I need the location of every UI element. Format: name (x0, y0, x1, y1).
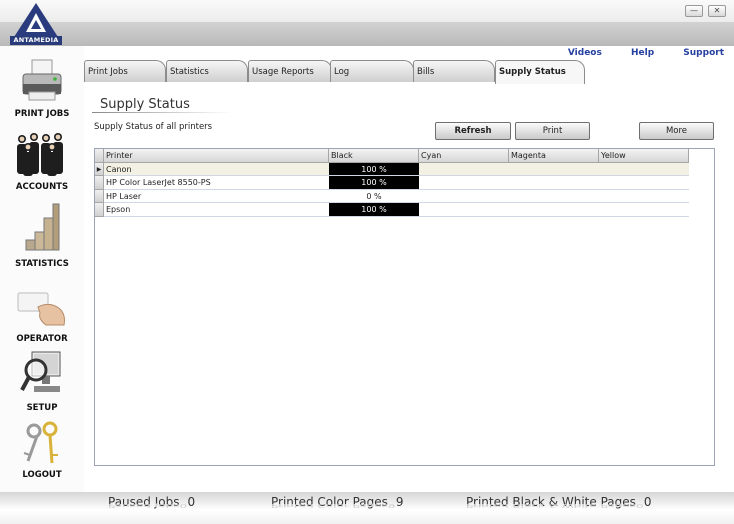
keys-icon (23, 421, 58, 464)
sidebar-item-print-jobs[interactable]: PRINT JOBS (0, 58, 84, 119)
row-selector-icon[interactable]: ▶ (95, 162, 104, 176)
status-reflection: Printed Black & White Pages0 (466, 502, 644, 509)
magnifier-monitor-icon (20, 351, 61, 392)
column-header-yellow[interactable]: Yellow (599, 149, 689, 163)
logo-text: ANTAMEDIA (10, 36, 62, 45)
bar-chart-icon (25, 203, 60, 251)
black-level-cell: 0 % (329, 190, 419, 203)
cyan-level-cell (419, 190, 509, 203)
printer-cell: Canon (104, 162, 329, 176)
videos-link[interactable]: Videos (568, 48, 602, 58)
page-subtitle: Supply Status of all printers (94, 122, 213, 132)
top-links: Videos Help Support (542, 48, 724, 58)
sidebar-item-label: OPERATOR (16, 334, 68, 344)
black-level-cell: 100 % (329, 176, 419, 190)
yellow-level-cell (599, 162, 689, 176)
more-button[interactable]: More (639, 122, 714, 140)
main-panel: Videos Help Support Print Jobs Statistic… (84, 46, 734, 492)
magenta-level-cell (509, 162, 599, 176)
table-row[interactable]: Epson 100 % (95, 203, 689, 217)
black-level-cell: 100 % (329, 162, 419, 176)
tab-usage-reports[interactable]: Usage Reports (248, 60, 332, 82)
supply-status-table: Printer Black Cyan Magenta Yellow ▶ Cano… (94, 148, 715, 466)
color-pages-value: 9 (395, 495, 404, 509)
cyan-level-cell (419, 203, 509, 217)
sidebar-item-label: STATISTICS (15, 259, 69, 269)
antamedia-logo: ANTAMEDIA (10, 2, 62, 46)
table-row[interactable]: HP Color LaserJet 8550-PS 100 % (95, 176, 689, 190)
refresh-button[interactable]: Refresh (435, 122, 511, 140)
help-link[interactable]: Help (631, 48, 654, 58)
yellow-level-cell (599, 190, 689, 203)
sidebar-item-setup[interactable]: SETUP (0, 350, 84, 413)
printer-cell: HP Color LaserJet 8550-PS (104, 176, 329, 190)
cyan-level-cell (419, 162, 509, 176)
column-header-black[interactable]: Black (329, 149, 419, 163)
printer-icon (22, 59, 62, 101)
page-title: Supply Status (100, 97, 190, 112)
status-reflection: Paused Jobs0 (108, 502, 188, 509)
tab-bills[interactable]: Bills (413, 60, 495, 82)
tab-statistics[interactable]: Statistics (166, 60, 248, 82)
minimize-button[interactable]: — (685, 5, 703, 17)
column-header-printer[interactable]: Printer (104, 149, 329, 163)
sidebar: PRINT JOBS ACCOUNTS STATISTICS OPERATOR … (0, 46, 84, 492)
tab-print-jobs[interactable]: Print Jobs (84, 60, 166, 82)
title-bar: — ✕ (0, 0, 734, 22)
close-button[interactable]: ✕ (708, 5, 726, 17)
row-selector[interactable] (95, 176, 104, 190)
status-bar: Paused Jobs 0 Printed Color Pages 9 Printe… (0, 492, 734, 524)
table-row[interactable]: HP Laser 0 % (95, 189, 689, 203)
row-selector[interactable] (95, 203, 104, 217)
black-level-cell: 100 % (329, 203, 419, 217)
magenta-level-cell (509, 190, 599, 203)
magenta-level-cell (509, 203, 599, 217)
title-divider (92, 112, 232, 113)
sidebar-item-label: SETUP (26, 403, 58, 413)
sidebar-item-label: LOGOUT (22, 470, 62, 480)
print-button[interactable]: Print (515, 122, 590, 140)
bw-pages-value: 0 (643, 495, 652, 509)
support-link[interactable]: Support (683, 48, 724, 58)
table-header: Printer Black Cyan Magenta Yellow (95, 149, 689, 163)
card-hand-icon (17, 292, 65, 326)
row-header-corner (95, 149, 104, 163)
printer-cell: Epson (104, 203, 329, 217)
top-band (0, 22, 734, 46)
sidebar-item-logout[interactable]: LOGOUT (0, 421, 84, 480)
magenta-level-cell (509, 176, 599, 190)
paused-jobs-value: 0 (187, 495, 196, 509)
sidebar-item-statistics[interactable]: STATISTICS (0, 202, 84, 269)
yellow-level-cell (599, 203, 689, 217)
sidebar-item-label: PRINT JOBS (14, 109, 70, 119)
column-header-magenta[interactable]: Magenta (509, 149, 599, 163)
table-row[interactable]: ▶ Canon 100 % (95, 162, 689, 176)
column-header-cyan[interactable]: Cyan (419, 149, 509, 163)
cyan-level-cell (419, 176, 509, 190)
printer-cell: HP Laser (104, 190, 329, 203)
logo-triangle-icon (14, 3, 58, 37)
sidebar-item-accounts[interactable]: ACCOUNTS (0, 131, 84, 192)
yellow-level-cell (599, 176, 689, 190)
tab-log[interactable]: Log (330, 60, 414, 82)
tab-supply-status[interactable]: Supply Status (495, 60, 585, 84)
sidebar-item-label: ACCOUNTS (15, 182, 69, 192)
status-reflection: Printed Color Pages9 (271, 502, 396, 509)
sidebar-item-operator[interactable]: OPERATOR (0, 289, 84, 344)
people-icon (17, 133, 63, 176)
row-selector[interactable] (95, 189, 104, 203)
